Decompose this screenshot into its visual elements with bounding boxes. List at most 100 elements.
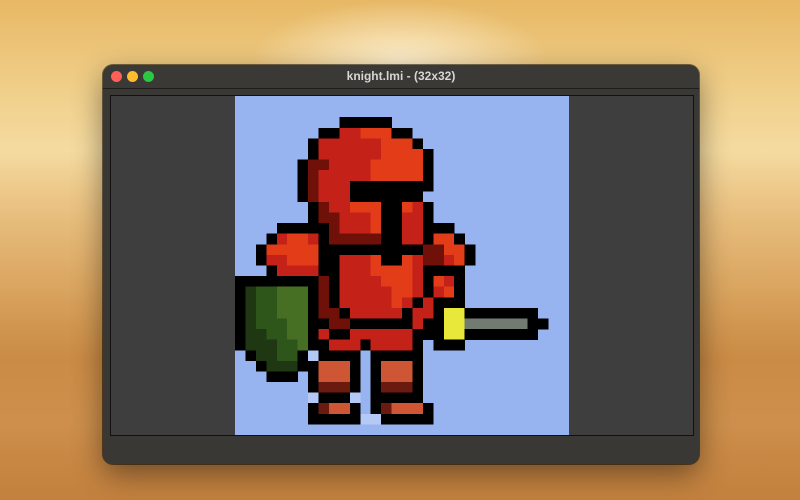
pixel xyxy=(339,191,351,203)
pixel xyxy=(339,286,351,298)
pixel xyxy=(287,307,298,319)
pixel xyxy=(328,223,340,234)
pixel xyxy=(412,371,424,383)
pixel xyxy=(370,148,382,160)
pixel xyxy=(339,117,351,128)
pixel xyxy=(308,254,319,266)
pixel xyxy=(433,286,444,298)
pixel xyxy=(308,403,319,415)
pixel xyxy=(443,339,455,351)
pixel xyxy=(402,244,413,256)
pixel xyxy=(391,403,403,415)
pixel xyxy=(381,382,392,393)
pixel xyxy=(308,371,319,383)
pixel xyxy=(349,170,361,181)
pixel xyxy=(266,307,277,319)
pixel xyxy=(527,329,538,340)
pixel xyxy=(318,180,330,192)
pixel xyxy=(433,318,444,330)
pixel xyxy=(308,212,319,224)
pixel xyxy=(454,318,465,330)
pixel xyxy=(370,254,382,266)
pixel xyxy=(370,382,382,393)
pixel xyxy=(402,371,413,383)
pixel xyxy=(464,254,476,266)
pixel xyxy=(454,265,465,277)
pixel xyxy=(318,138,330,150)
pixel xyxy=(433,329,444,340)
pixel xyxy=(308,170,319,181)
pixel xyxy=(381,170,392,181)
pixel xyxy=(255,307,267,319)
pixel xyxy=(370,329,382,340)
pixel xyxy=(339,339,351,351)
pixel xyxy=(328,127,340,139)
pixel xyxy=(266,276,277,287)
pixel xyxy=(349,371,361,383)
pixel xyxy=(422,170,434,181)
pixel xyxy=(370,403,382,415)
knight-sprite[interactable] xyxy=(235,96,569,435)
pixel xyxy=(381,371,392,383)
pixel xyxy=(402,403,413,415)
pixel xyxy=(422,233,434,245)
pixel xyxy=(318,159,330,171)
pixel xyxy=(454,307,465,319)
pixel xyxy=(328,413,340,425)
pixel xyxy=(412,159,424,171)
pixel xyxy=(464,244,476,256)
pixel xyxy=(308,329,319,340)
pixel xyxy=(349,339,361,351)
pixel xyxy=(412,191,424,203)
pixel xyxy=(370,138,382,150)
pixel xyxy=(339,148,351,160)
pixel xyxy=(443,265,455,277)
pixel xyxy=(391,148,403,160)
pixel xyxy=(412,392,424,404)
pixel xyxy=(433,233,444,245)
pixel xyxy=(412,318,424,330)
pixel xyxy=(422,148,434,160)
pixel xyxy=(391,413,403,425)
pixel xyxy=(245,350,257,362)
pixel xyxy=(318,127,330,139)
pixel xyxy=(255,297,267,309)
pixel xyxy=(235,297,246,309)
pixel xyxy=(412,297,424,309)
pixel xyxy=(402,233,413,245)
pixel xyxy=(454,233,465,245)
pixel xyxy=(297,297,309,309)
title-bar[interactable]: knight.lmi - (32x32) xyxy=(103,65,699,89)
pixel xyxy=(370,159,382,171)
pixel xyxy=(328,180,340,192)
pixel xyxy=(318,392,330,404)
pixel xyxy=(328,265,340,277)
pixel xyxy=(443,329,455,340)
pixel xyxy=(287,318,298,330)
pixel xyxy=(412,403,424,415)
pixel xyxy=(318,339,330,351)
pixel xyxy=(245,297,257,309)
pixel xyxy=(328,329,340,340)
pixel xyxy=(381,350,392,362)
pixel xyxy=(328,254,340,266)
pixel xyxy=(402,392,413,404)
pixel xyxy=(412,382,424,393)
pixel xyxy=(412,265,424,277)
pixel xyxy=(443,307,455,319)
pixel xyxy=(370,201,382,213)
pixel xyxy=(235,286,246,298)
pixel xyxy=(297,244,309,256)
pixel xyxy=(412,360,424,372)
pixel xyxy=(297,170,309,181)
pixel-canvas[interactable] xyxy=(235,96,569,435)
pixel xyxy=(308,350,319,362)
pixel xyxy=(266,371,277,383)
pixel xyxy=(328,244,340,256)
pixel xyxy=(370,371,382,383)
pixel xyxy=(381,212,392,224)
pixel xyxy=(495,318,507,330)
pixel xyxy=(287,360,298,372)
pixel xyxy=(297,159,309,171)
pixel xyxy=(422,329,434,340)
